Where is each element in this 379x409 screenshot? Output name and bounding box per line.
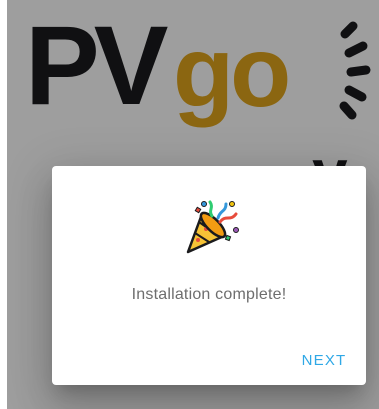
installation-complete-message: Installation complete! [131, 286, 287, 303]
party-popper-icon [186, 200, 239, 254]
installation-complete-dialog: Installation complete! NEXT [52, 166, 366, 385]
next-button[interactable]: NEXT [292, 346, 356, 374]
app-window: PV go y [7, 0, 379, 409]
